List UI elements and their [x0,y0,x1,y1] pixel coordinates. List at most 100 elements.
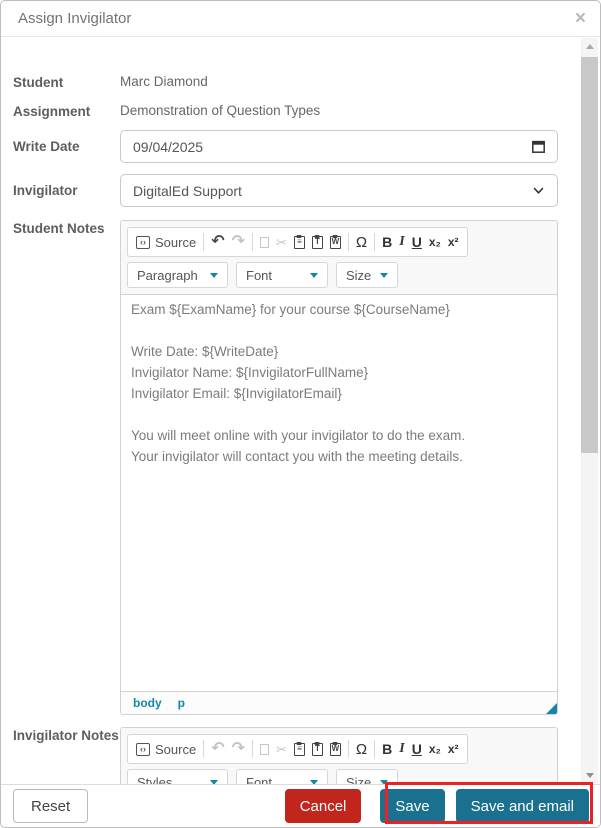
calendar-icon[interactable] [531,139,546,154]
copy-icon [260,237,269,248]
toolbar-separator [203,233,204,251]
scissors-icon: ✂ [276,236,287,249]
write-date-label: Write Date [13,130,120,154]
paste-text-icon: T [312,743,323,756]
cancel-button[interactable]: Cancel [285,789,362,823]
invigilator-label: Invigilator [13,174,120,198]
write-date-input[interactable] [120,130,558,163]
undo-button[interactable]: ↶ [211,741,224,757]
subscript-icon: x₂ [429,743,441,755]
scroll-down-arrow[interactable] [581,767,598,783]
modal-header: Assign Invigilator × [1,1,600,37]
modal-scrollbar[interactable] [581,38,598,783]
toolbar-separator [252,233,253,251]
paste-button[interactable]: ≡ [294,743,305,756]
italic-button[interactable]: I [399,742,404,756]
paste-word-icon: W [330,743,341,756]
paste-from-word-button[interactable]: W [330,743,341,756]
superscript-button[interactable]: x² [448,743,459,755]
redo-icon: ↷ [232,741,245,757]
student-row: Student Marc Diamond [13,74,556,90]
underline-button[interactable]: U [412,742,422,756]
student-notes-row: Student Notes ‹› Source ↶ ↷ [13,220,556,715]
size-dropdown[interactable]: Size [336,262,398,288]
invigilator-notes-toolbar: ‹› Source ↶ ↷ ✂ ≡ T [121,728,557,786]
redo-button[interactable]: ↷ [232,234,245,250]
scissors-icon: ✂ [276,743,287,756]
omega-icon: Ω [356,742,367,757]
cut-button[interactable]: ✂ [276,236,287,249]
modal-body: Student Marc Diamond Assignment Demonstr… [1,38,600,786]
source-icon: ‹› [136,743,150,756]
paste-icon: ≡ [294,236,305,249]
special-character-button[interactable]: Ω [356,235,367,250]
special-character-button[interactable]: Ω [356,742,367,757]
cut-button[interactable]: ✂ [276,743,287,756]
paste-from-word-button[interactable]: W [330,236,341,249]
editor-paragraph: Write Date: ${WriteDate} [131,341,547,362]
subscript-button[interactable]: x₂ [429,236,441,248]
triangle-down-icon [586,773,594,778]
editor-paragraph: Invigilator Name: ${InvigilatorFullName} [131,362,547,383]
subscript-button[interactable]: x₂ [429,743,441,755]
chevron-down-icon [380,273,388,278]
bold-button[interactable]: B [382,235,392,249]
source-button[interactable]: ‹› Source [136,742,196,757]
modal-title: Assign Invigilator [18,10,131,27]
invigilator-notes-editor: ‹› Source ↶ ↷ ✂ ≡ T [120,727,558,786]
paste-button[interactable]: ≡ [294,236,305,249]
editor-paragraph: Your invigilator will contact you with t… [131,446,547,467]
omega-icon: Ω [356,235,367,250]
chevron-down-icon [210,273,218,278]
paragraph-format-dropdown[interactable]: Paragraph [127,262,228,288]
undo-icon: ↶ [211,741,224,757]
student-label: Student [13,74,120,90]
close-icon[interactable]: × [575,9,586,28]
write-date-value[interactable] [121,131,531,162]
toolbar-separator [374,233,375,251]
triangle-up-icon [586,44,594,49]
source-icon: ‹› [136,236,150,249]
bold-button[interactable]: B [382,742,392,756]
student-value: Marc Diamond [120,74,208,89]
editor-resize-handle[interactable] [546,703,557,714]
invigilator-row: Invigilator [13,174,556,207]
scroll-up-arrow[interactable] [581,38,598,54]
paste-as-text-button[interactable]: T [312,236,323,249]
paste-icon: ≡ [294,743,305,756]
superscript-button[interactable]: x² [448,236,459,248]
paste-as-text-button[interactable]: T [312,743,323,756]
path-body-link[interactable]: body [133,696,162,710]
toolbar-separator [348,233,349,251]
path-p-link[interactable]: p [178,696,185,710]
invigilator-selected-value[interactable] [121,175,533,206]
paste-word-icon: W [330,236,341,249]
font-dropdown[interactable]: Font [236,262,328,288]
italic-button[interactable]: I [399,235,404,249]
modal-footer: Reset Cancel Save Save and email [1,784,600,827]
editor-path-bar: body p [121,691,557,714]
assign-invigilator-modal: Assign Invigilator × Student Marc Diamon… [0,0,601,828]
toolbar-separator [203,740,204,758]
assignment-label: Assignment [13,103,120,119]
copy-button[interactable] [260,237,269,248]
superscript-icon: x² [448,743,459,755]
editor-paragraph: You will meet online with your invigilat… [131,425,547,446]
editor-paragraph [131,404,547,425]
student-notes-content[interactable]: Exam ${ExamName} for your course ${Cours… [121,295,557,691]
invigilator-notes-row: Invigilator Notes ‹› Source ↶ ↷ [13,727,556,786]
chevron-down-icon [310,273,318,278]
scrollbar-thumb[interactable] [581,57,598,453]
underline-button[interactable]: U [412,235,422,249]
redo-button[interactable]: ↷ [232,741,245,757]
save-button[interactable]: Save [380,789,444,823]
student-notes-label: Student Notes [13,220,120,236]
assignment-row: Assignment Demonstration of Question Typ… [13,103,556,119]
source-button[interactable]: ‹› Source [136,235,196,250]
copy-button[interactable] [260,744,269,755]
save-and-email-button[interactable]: Save and email [456,789,589,823]
undo-button[interactable]: ↶ [211,234,224,250]
reset-button[interactable]: Reset [13,789,88,823]
underline-icon: U [412,235,422,249]
invigilator-select[interactable] [120,174,558,207]
